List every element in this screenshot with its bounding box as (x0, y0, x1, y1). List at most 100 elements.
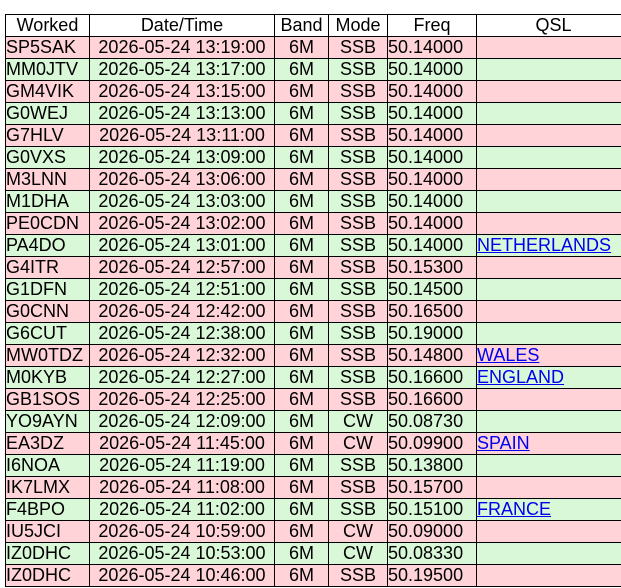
cell-datetime: 2026-05-24 12:09:00 (89, 410, 275, 433)
cell-callsign: M3LNN (5, 168, 90, 191)
cell-qsl (476, 300, 621, 323)
cell-callsign: F4BPO (5, 498, 90, 521)
cell-band: 6M (274, 278, 329, 301)
table-row: GB1SOS 2026-05-24 12:25:00 6M SSB 50.16600 (5, 388, 621, 411)
cell-qsl (476, 146, 621, 169)
cell-callsign: M1DHA (5, 190, 90, 213)
table-row: SP5SAK 2026-05-24 13:19:00 6M SSB 50.14000 (5, 36, 621, 59)
cell-freq: 50.19000 (387, 322, 477, 345)
cell-datetime: 2026-05-24 10:59:00 (89, 520, 275, 543)
cell-mode: SSB (328, 234, 388, 257)
cell-freq: 50.14000 (387, 36, 477, 59)
cell-mode: SSB (328, 322, 388, 345)
cell-qsl: WALES (476, 344, 621, 367)
qsl-country-link[interactable]: FRANCE (478, 500, 552, 520)
cell-band: 6M (274, 476, 329, 499)
table-row: G4ITR 2026-05-24 12:57:00 6M SSB 50.15300 (5, 256, 621, 279)
cell-callsign: I6NOA (5, 454, 90, 477)
cell-band: 6M (274, 146, 329, 169)
cell-callsign: G0CNN (5, 300, 90, 323)
cell-freq: 50.14000 (387, 80, 477, 103)
cell-callsign: G7HLV (5, 124, 90, 147)
cell-mode: SSB (328, 498, 388, 521)
cell-mode: SSB (328, 146, 388, 169)
cell-callsign: IZ0DHC (5, 564, 90, 587)
cell-band: 6M (274, 410, 329, 433)
log-table-container: Worked Date/Time Band Mode Freq QSL SP5S… (5, 14, 621, 587)
cell-datetime: 2026-05-24 12:42:00 (89, 300, 275, 323)
cell-qsl (476, 388, 621, 411)
cell-qsl (476, 476, 621, 499)
table-row: MW0TDZ 2026-05-24 12:32:00 6M SSB 50.14800 WA… (5, 344, 621, 367)
cell-freq: 50.09000 (387, 520, 477, 543)
qsl-country-link[interactable]: WALES (478, 346, 540, 366)
cell-qsl (476, 256, 621, 279)
table-row: M0KYB 2026-05-24 12:27:00 6M SSB 50.16600 ENG… (5, 366, 621, 389)
cell-qsl: NETHERLANDS (476, 234, 621, 257)
cell-callsign: IZ0DHC (5, 542, 90, 565)
cell-freq: 50.14000 (387, 102, 477, 125)
cell-qsl (476, 58, 621, 81)
cell-mode: CW (328, 520, 388, 543)
qsl-country-link[interactable]: SPAIN (478, 434, 530, 454)
cell-freq: 50.15300 (387, 256, 477, 279)
cell-mode: SSB (328, 36, 388, 59)
cell-mode: SSB (328, 454, 388, 477)
table-row: IZ0DHC 2026-05-24 10:46:00 6M SSB 50.19500 (5, 564, 621, 587)
cell-datetime: 2026-05-24 13:13:00 (89, 102, 275, 125)
qsl-country-link[interactable]: ENGLAND (478, 368, 565, 388)
cell-band: 6M (274, 564, 329, 587)
table-row: IU5JCI 2026-05-24 10:59:00 6M CW 50.09000 (5, 520, 621, 543)
cell-freq: 50.13800 (387, 454, 477, 477)
cell-band: 6M (274, 322, 329, 345)
table-row: M1DHA 2026-05-24 13:03:00 6M SSB 50.14000 (5, 190, 621, 213)
cell-band: 6M (274, 36, 329, 59)
table-row: MM0JTV 2026-05-24 13:17:00 6M SSB 50.14000 (5, 58, 621, 81)
cell-freq: 50.16500 (387, 300, 477, 323)
cell-datetime: 2026-05-24 12:38:00 (89, 322, 275, 345)
table-row: G0WEJ 2026-05-24 13:13:00 6M SSB 50.14000 (5, 102, 621, 125)
cell-mode: SSB (328, 476, 388, 499)
cell-qsl (476, 80, 621, 103)
cell-callsign: G0VXS (5, 146, 90, 169)
cell-freq: 50.16600 (387, 388, 477, 411)
table-row: I6NOA 2026-05-24 11:19:00 6M SSB 50.13800 (5, 454, 621, 477)
cell-freq: 50.08330 (387, 542, 477, 565)
header-mode[interactable]: Mode (328, 14, 388, 37)
cell-mode: CW (328, 410, 388, 433)
cell-datetime: 2026-05-24 13:03:00 (89, 190, 275, 213)
cell-band: 6M (274, 300, 329, 323)
table-row: M3LNN 2026-05-24 13:06:00 6M SSB 50.14000 (5, 168, 621, 191)
cell-datetime: 2026-05-24 13:06:00 (89, 168, 275, 191)
cell-qsl: SPAIN (476, 432, 621, 455)
header-qsl[interactable]: QSL (476, 14, 621, 37)
cell-callsign: SP5SAK (5, 36, 90, 59)
cell-mode: SSB (328, 564, 388, 587)
cell-datetime: 2026-05-24 13:15:00 (89, 80, 275, 103)
cell-band: 6M (274, 168, 329, 191)
header-band[interactable]: Band (274, 14, 329, 37)
cell-callsign: MM0JTV (5, 58, 90, 81)
cell-freq: 50.08730 (387, 410, 477, 433)
header-worked[interactable]: Worked (5, 14, 90, 37)
cell-datetime: 2026-05-24 10:53:00 (89, 542, 275, 565)
header-datetime[interactable]: Date/Time (89, 14, 275, 37)
cell-band: 6M (274, 58, 329, 81)
cell-freq: 50.19500 (387, 564, 477, 587)
cell-freq: 50.16600 (387, 366, 477, 389)
header-freq[interactable]: Freq (387, 14, 477, 37)
qsl-country-link[interactable]: NETHERLANDS (478, 236, 612, 256)
cell-mode: SSB (328, 124, 388, 147)
table-row: G7HLV 2026-05-24 13:11:00 6M SSB 50.14000 (5, 124, 621, 147)
cell-band: 6M (274, 124, 329, 147)
cell-callsign: MW0TDZ (5, 344, 90, 367)
cell-mode: SSB (328, 366, 388, 389)
cell-qsl (476, 520, 621, 543)
cell-freq: 50.14000 (387, 146, 477, 169)
cell-datetime: 2026-05-24 13:19:00 (89, 36, 275, 59)
cell-callsign: G4ITR (5, 256, 90, 279)
cell-band: 6M (274, 212, 329, 235)
cell-callsign: PA4DO (5, 234, 90, 257)
table-row: EA3DZ 2026-05-24 11:45:00 6M CW 50.09900 SPAI… (5, 432, 621, 455)
cell-freq: 50.15100 (387, 498, 477, 521)
